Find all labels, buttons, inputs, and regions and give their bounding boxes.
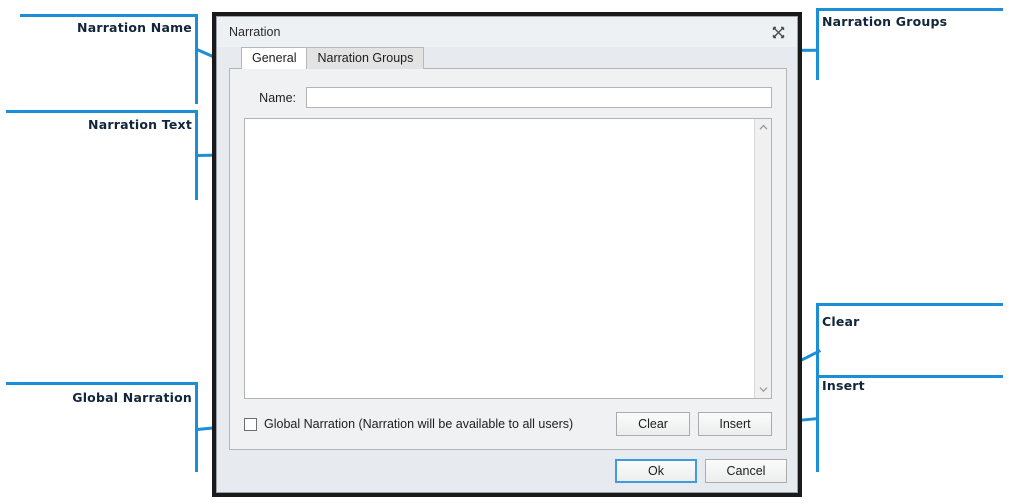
global-narration-checkbox[interactable] [244,417,257,431]
narration-dialog: Narration General Narration Groups Name: [212,12,802,497]
annotation-rule-top [6,110,198,113]
annotation-rule-top [6,382,198,385]
annotation-label-narration-name: Narration Name [77,20,192,35]
annotation-label-narration-text: Narration Text [88,117,192,132]
close-icon[interactable] [767,22,789,42]
narration-text-scrollbar[interactable] [754,119,771,398]
annotation-rule-top [20,14,198,17]
global-narration-checkbox-wrap[interactable]: Global Narration (Narration will be avai… [244,417,608,431]
dialog-title: Narration [229,25,281,39]
name-label: Name: [259,90,296,105]
annotation-label-clear: Clear [822,314,860,329]
dialog-inner: Narration General Narration Groups Name: [216,16,798,493]
tabstrip: General Narration Groups [241,47,787,69]
name-row: Name: [244,87,772,108]
annotation-rule-top [816,303,1003,306]
narration-text-wrapper [244,118,772,399]
annotation-label-narration-groups: Narration Groups [822,14,948,29]
dialog-body: General Narration Groups Name: Global Na… [217,47,797,450]
cancel-button[interactable]: Cancel [705,459,787,483]
dialog-titlebar: Narration [217,17,797,47]
annotation-label-insert: Insert [822,378,865,393]
insert-button[interactable]: Insert [698,412,772,436]
chevron-up-icon[interactable] [755,119,772,136]
narration-text-input[interactable] [245,119,754,398]
annotation-rule-side [195,14,198,104]
name-input[interactable] [306,87,772,108]
global-narration-label: Global Narration (Narration will be avai… [264,417,574,431]
panel-bottom-row: Global Narration (Narration will be avai… [244,411,772,437]
dialog-footer: Ok Cancel [217,450,797,492]
annotation-label-global-narration: Global Narration [72,390,192,405]
tab-panel-general: Name: Global Narration (Narration will b… [229,68,787,450]
annotation-rule-top [816,8,1003,11]
tab-narration-groups[interactable]: Narration Groups [306,47,425,69]
clear-button[interactable]: Clear [616,412,690,436]
annotation-rule-side [816,303,819,376]
annotation-rule-side [816,375,819,472]
ok-button[interactable]: Ok [615,459,697,483]
chevron-down-icon[interactable] [755,381,772,398]
annotation-rule-side [816,8,819,80]
tab-general[interactable]: General [241,47,308,69]
